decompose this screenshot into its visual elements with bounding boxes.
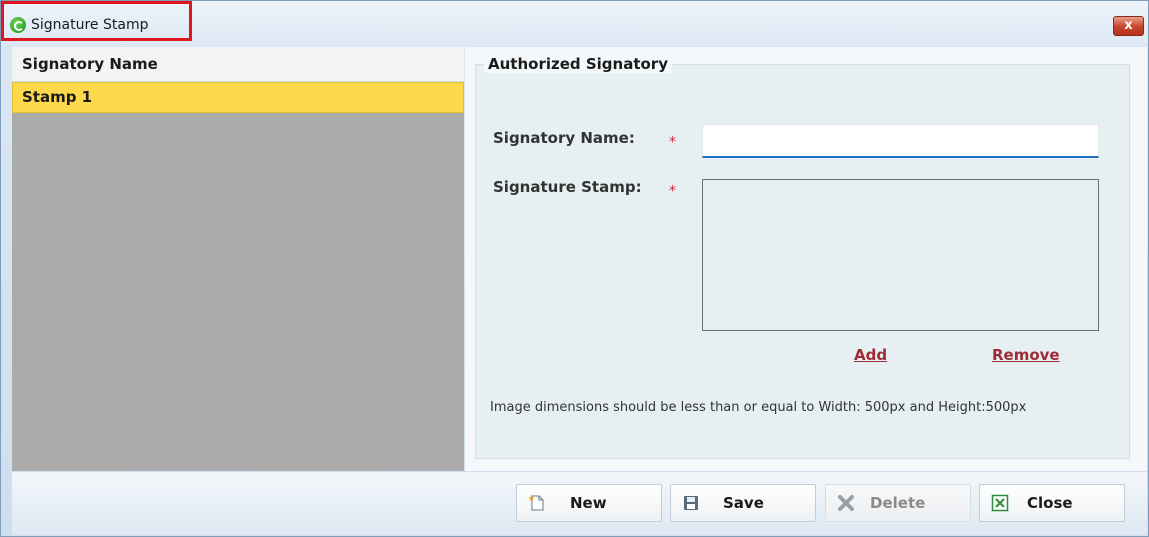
new-button-label: New [570,494,607,512]
signature-stamp-label: Signature Stamp: [493,178,642,196]
floppy-disk-icon [684,496,698,510]
new-document-icon [528,494,544,511]
remove-stamp-link[interactable]: Remove [992,346,1060,364]
list-item[interactable]: Stamp 1 [12,82,464,113]
group-title: Authorized Signatory [484,55,672,73]
save-button[interactable]: Save [670,484,816,522]
close-box-icon [991,494,1009,512]
signatory-name-label: Signatory Name: [493,129,635,147]
add-stamp-link[interactable]: Add [854,346,887,364]
image-dimension-hint: Image dimensions should be less than or … [490,400,1027,415]
window-close-button[interactable]: x [1113,16,1144,36]
column-header-signatory-name: Signatory Name [22,55,158,73]
signatory-list: Signatory Name Stamp 1 [12,47,464,471]
close-button[interactable]: Close [979,484,1125,522]
delete-button[interactable]: Delete [825,484,971,522]
signatory-name-input[interactable] [702,124,1099,158]
delete-button-label: Delete [870,494,926,512]
required-asterisk-icon: ⁎ [669,130,676,146]
new-button[interactable]: New [516,484,662,522]
window-title: Signature Stamp [31,17,149,33]
close-button-label: Close [1027,494,1073,512]
required-asterisk-icon: ⁎ [669,179,676,195]
app-logo-icon [10,17,26,33]
list-item-label: Stamp 1 [22,88,93,106]
signature-stamp-image-box[interactable] [702,179,1099,331]
delete-x-icon [838,495,854,511]
save-button-label: Save [723,494,764,512]
list-header[interactable]: Signatory Name [12,47,464,82]
